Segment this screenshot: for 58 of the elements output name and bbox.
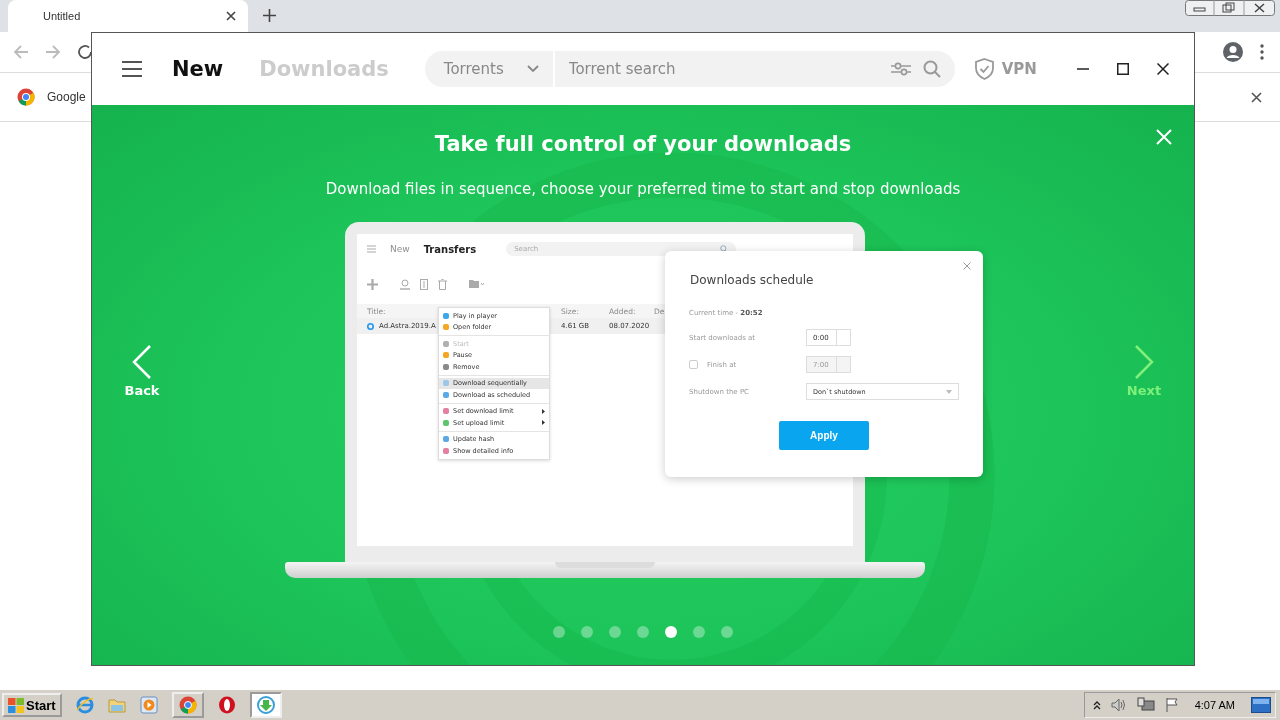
forward-arrow-icon[interactable] xyxy=(45,44,61,60)
page-dot[interactable] xyxy=(693,626,705,638)
clock[interactable]: 4:07 AM xyxy=(1194,699,1235,711)
page-dot[interactable] xyxy=(665,626,677,638)
trash-icon xyxy=(438,278,447,290)
windows-logo-icon xyxy=(8,697,24,713)
opera-icon[interactable] xyxy=(217,696,236,714)
page-dot[interactable] xyxy=(581,626,593,638)
pause-icon xyxy=(420,278,428,290)
close-icon[interactable] xyxy=(1251,91,1262,103)
chevron-down-icon xyxy=(526,65,539,73)
browser-tab[interactable]: Untitled xyxy=(8,0,248,32)
show-desktop-icon[interactable] xyxy=(1251,697,1271,713)
flag-icon[interactable] xyxy=(1164,697,1179,713)
filter-icon[interactable] xyxy=(890,61,911,77)
start-button[interactable]: Start xyxy=(2,693,62,717)
chrome-logo-icon[interactable] xyxy=(17,88,35,106)
dialog-title: Downloads schedule xyxy=(690,273,815,287)
taskbar-button[interactable] xyxy=(249,692,282,718)
kebab-menu-icon[interactable] xyxy=(1260,44,1264,60)
search-icon[interactable] xyxy=(922,60,941,78)
close-icon[interactable] xyxy=(226,11,236,21)
nav-label: New xyxy=(390,244,410,254)
bookmark-link[interactable]: Google xyxy=(47,90,86,104)
upload-icon xyxy=(400,278,410,290)
page-dot[interactable] xyxy=(637,626,649,638)
menu-icon[interactable] xyxy=(122,61,142,77)
page-dot[interactable] xyxy=(721,626,733,638)
back-arrow-icon[interactable] xyxy=(13,44,29,60)
speaker-icon[interactable] xyxy=(1110,698,1127,712)
tour-subtitle: Download files in sequence, choose your preferred time to start and stop downloads xyxy=(325,180,961,198)
page-dot[interactable] xyxy=(553,626,565,638)
folder-icon xyxy=(469,279,484,289)
browser-icon[interactable] xyxy=(75,696,94,714)
add-icon xyxy=(367,278,378,290)
window-controls[interactable] xyxy=(1185,0,1275,16)
maximize-icon[interactable] xyxy=(1117,63,1129,75)
dropdown-caret-icon xyxy=(946,389,952,394)
plus-icon[interactable] xyxy=(263,9,276,22)
profile-icon[interactable] xyxy=(1222,41,1244,63)
search-icon xyxy=(720,245,729,253)
nav-label: Transfers xyxy=(423,243,477,255)
media-player-icon[interactable] xyxy=(139,696,158,714)
reload-icon[interactable] xyxy=(77,44,93,60)
tour-title: Take full control of your downloads xyxy=(434,132,852,156)
status-icon xyxy=(367,322,374,330)
taskbar-button[interactable] xyxy=(171,692,204,718)
page-dot[interactable] xyxy=(609,626,621,638)
network-icon[interactable] xyxy=(1136,697,1155,713)
chevron-left-icon xyxy=(132,345,152,379)
chevron-right-icon xyxy=(1134,345,1154,379)
tab-title: Untitled xyxy=(43,10,81,22)
shield-icon xyxy=(974,58,994,80)
chevron-up-icon[interactable] xyxy=(1092,700,1101,710)
checkbox[interactable] xyxy=(689,360,698,369)
menu-icon xyxy=(367,245,376,253)
nav-tab[interactable]: New xyxy=(172,57,224,81)
close-icon[interactable] xyxy=(1157,63,1169,75)
